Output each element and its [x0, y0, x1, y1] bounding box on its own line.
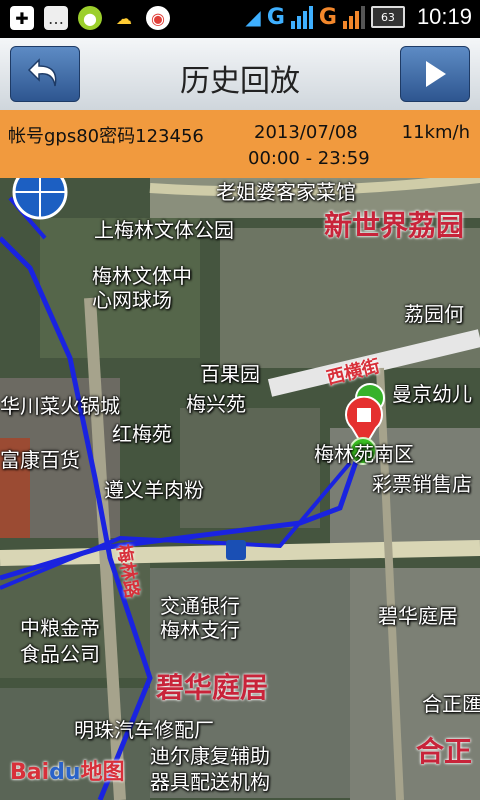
poi-label[interactable]: 荔园何	[404, 298, 464, 327]
weather-icon: ☁	[116, 8, 132, 28]
poi-label[interactable]: 梅林支行	[160, 614, 240, 643]
network-type-1: G	[266, 4, 285, 30]
poi-label[interactable]: 碧华庭居	[378, 600, 458, 629]
poi-label[interactable]: 迪尔康复辅助	[150, 740, 270, 769]
poi-label[interactable]: 明珠汽车修配厂	[74, 714, 214, 743]
poi-label[interactable]: 上梅林文体公园	[94, 214, 234, 243]
poi-label[interactable]: 曼京幼儿	[392, 378, 472, 407]
battery-icon: 63	[370, 6, 405, 28]
track-time-range: 00:00 - 23:59	[248, 148, 370, 169]
browser-icon: ◉	[146, 6, 170, 30]
track-speed: 11km/h	[401, 122, 470, 143]
signal-icon-2	[342, 5, 365, 29]
area-label[interactable]: 碧华庭居	[156, 666, 268, 706]
system-icons: ◢ G G 63 10:19	[245, 4, 472, 30]
android-icon: ●	[78, 6, 102, 30]
poi-label[interactable]: 器具配送机构	[150, 766, 270, 795]
baidu-logo-du: du	[49, 760, 81, 785]
area-label[interactable]: 新世界荔园	[324, 204, 464, 244]
poi-label[interactable]: 红梅苑	[112, 418, 172, 447]
area-label[interactable]: 合正	[416, 730, 472, 770]
poi-label[interactable]: 彩票销售店	[372, 468, 472, 497]
baidu-logo-ditu: 地图	[80, 760, 125, 785]
poi-label[interactable]: 富康百货	[0, 444, 80, 473]
sms-icon: …	[44, 6, 68, 30]
usb-debug-icon: ✚	[10, 6, 34, 30]
poi-label[interactable]: 梅兴苑	[186, 388, 246, 417]
poi-label[interactable]: 合正匯	[422, 688, 480, 717]
track-info-bar: 帐号gps80密码123456 2013/07/08 11km/h 00:00 …	[0, 110, 480, 178]
notification-icons: ✚ … ● ☁ ◉	[10, 6, 170, 30]
poi-label[interactable]: 中粮金帝	[20, 612, 100, 641]
signal-icon-1	[290, 5, 313, 29]
poi-label[interactable]: 心网球场	[92, 284, 172, 313]
account-info: 帐号gps80密码123456	[8, 126, 204, 147]
poi-label[interactable]: 华川菜火锅城	[0, 390, 120, 419]
poi-label[interactable]: 梅林苑南区	[314, 438, 414, 467]
poi-label[interactable]: 食品公司	[20, 638, 100, 667]
play-icon	[426, 61, 446, 87]
baidu-logo-text: Bai	[10, 760, 50, 785]
baidu-map-logo: Baidu地图	[10, 754, 125, 786]
clock: 10:19	[416, 4, 472, 29]
poi-label[interactable]: 百果园	[200, 358, 260, 387]
track-date: 2013/07/08	[254, 122, 358, 143]
status-bar: ✚ … ● ☁ ◉ ◢ G G 63 10:19	[0, 0, 480, 38]
network-type-2: G	[318, 4, 337, 30]
poi-label[interactable]: 老姐婆客家菜馆	[216, 178, 356, 205]
poi-label[interactable]: 遵义羊肉粉	[104, 474, 204, 503]
title-bar: 历史回放	[0, 38, 480, 111]
bus-stop-icon	[226, 540, 246, 560]
wifi-icon: ◢	[245, 5, 261, 29]
play-button[interactable]	[400, 46, 470, 102]
satellite-map[interactable]: 老姐婆客家菜馆 上梅林文体公园 新世界荔园 梅林文体中 心网球场 荔园何 百果园…	[0, 178, 480, 800]
